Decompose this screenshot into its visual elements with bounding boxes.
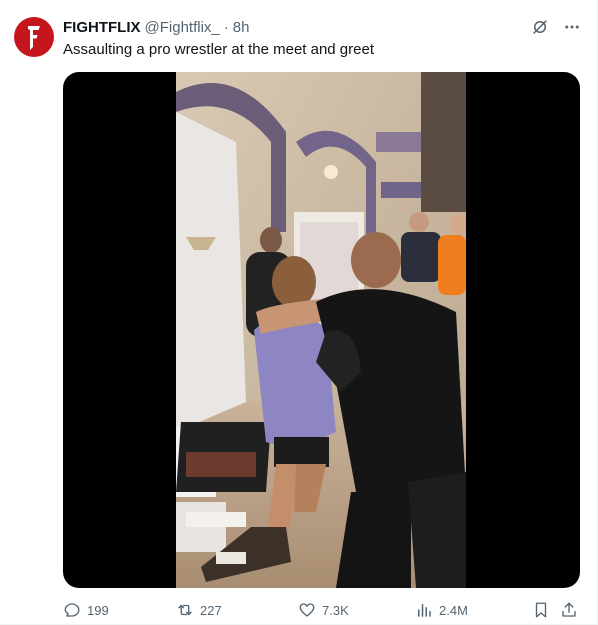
share-icon [562, 602, 576, 617]
like-icon [299, 603, 315, 617]
views-count: 2.4M [439, 602, 468, 618]
more-icon[interactable] [561, 16, 583, 38]
author-handle[interactable]: @Fightflix_ [145, 19, 220, 36]
grok-icon[interactable] [529, 16, 551, 38]
bookmark-icon [535, 602, 547, 618]
timestamp[interactable]: 8h [233, 19, 250, 36]
share-button[interactable] [560, 598, 578, 622]
tweet-text: Assaulting a pro wrestler at the meet an… [63, 41, 375, 58]
reply-icon [64, 603, 80, 617]
retweet-icon [178, 604, 192, 616]
retweet-count: 227 [200, 602, 222, 618]
action-bar: 199 227 7.3K 2.4M [63, 598, 580, 622]
reply-button[interactable]: 199 [63, 598, 109, 622]
top-actions [529, 16, 583, 38]
tweet-card[interactable]: FIGHTFLIX @Fightflix_ · 8h Assaulting a … [0, 0, 598, 625]
video-frame[interactable] [176, 72, 466, 588]
reply-count: 199 [87, 602, 109, 618]
bookmark-button[interactable] [532, 598, 550, 622]
like-button[interactable]: 7.3K [298, 598, 349, 622]
retweet-button[interactable]: 227 [176, 598, 222, 622]
tweet-header: FIGHTFLIX @Fightflix_ · 8h [63, 17, 249, 37]
views-button[interactable]: 2.4M [415, 598, 468, 622]
fightflix-logo-icon [28, 26, 40, 50]
video-player[interactable] [63, 72, 580, 588]
author-name[interactable]: FIGHTFLIX [63, 19, 141, 36]
views-icon [418, 604, 431, 617]
avatar[interactable] [14, 17, 54, 57]
separator-dot: · [223, 18, 229, 36]
like-count: 7.3K [322, 602, 349, 618]
video-still-image [176, 72, 466, 588]
